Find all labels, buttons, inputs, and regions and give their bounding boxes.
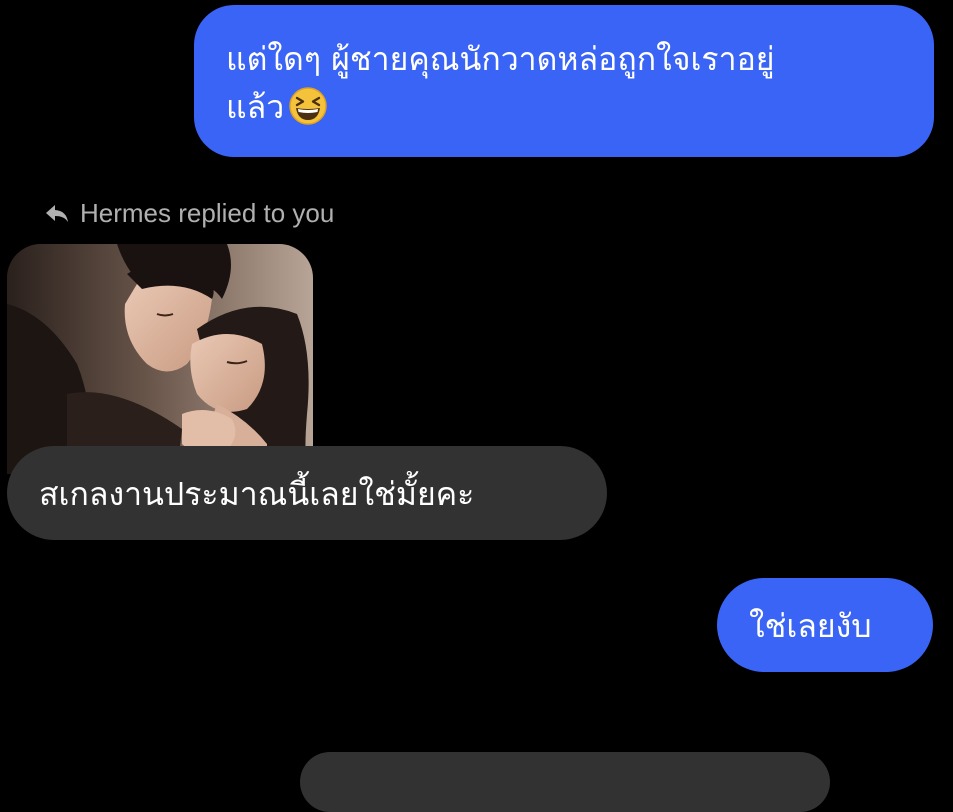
message-text: ใช่เลยงับ: [749, 607, 872, 645]
message-text: สเกลงานประมาณนี้เลยใช่มั้ยคะ: [39, 475, 475, 513]
shared-photo[interactable]: [7, 244, 313, 474]
message-text-line-1: แต่ใดๆ ผู้ชายคุณนักวาดหล่อถูกใจเราอยู่: [226, 40, 775, 78]
message-text: แล้ว: [226, 88, 285, 126]
reply-label-text: Hermes replied to you: [80, 197, 335, 228]
incoming-message-bubble[interactable]: สเกลงานประมาณนี้เลยใช่มั้ยคะ: [7, 446, 607, 540]
outgoing-message-bubble[interactable]: ใช่เลยงับ: [717, 578, 933, 672]
grinning-squinting-face-emoji-icon: [289, 87, 327, 125]
reply-indicator: Hermes replied to you: [44, 196, 334, 230]
reply-arrow-icon: [46, 205, 68, 222]
incoming-message-bubble-partial[interactable]: [300, 752, 830, 812]
photo-image: [7, 244, 313, 474]
outgoing-message-bubble[interactable]: แต่ใดๆ ผู้ชายคุณนักวาดหล่อถูกใจเราอยู่ แ…: [194, 5, 934, 157]
message-text-line-2: แล้ว: [226, 83, 904, 131]
